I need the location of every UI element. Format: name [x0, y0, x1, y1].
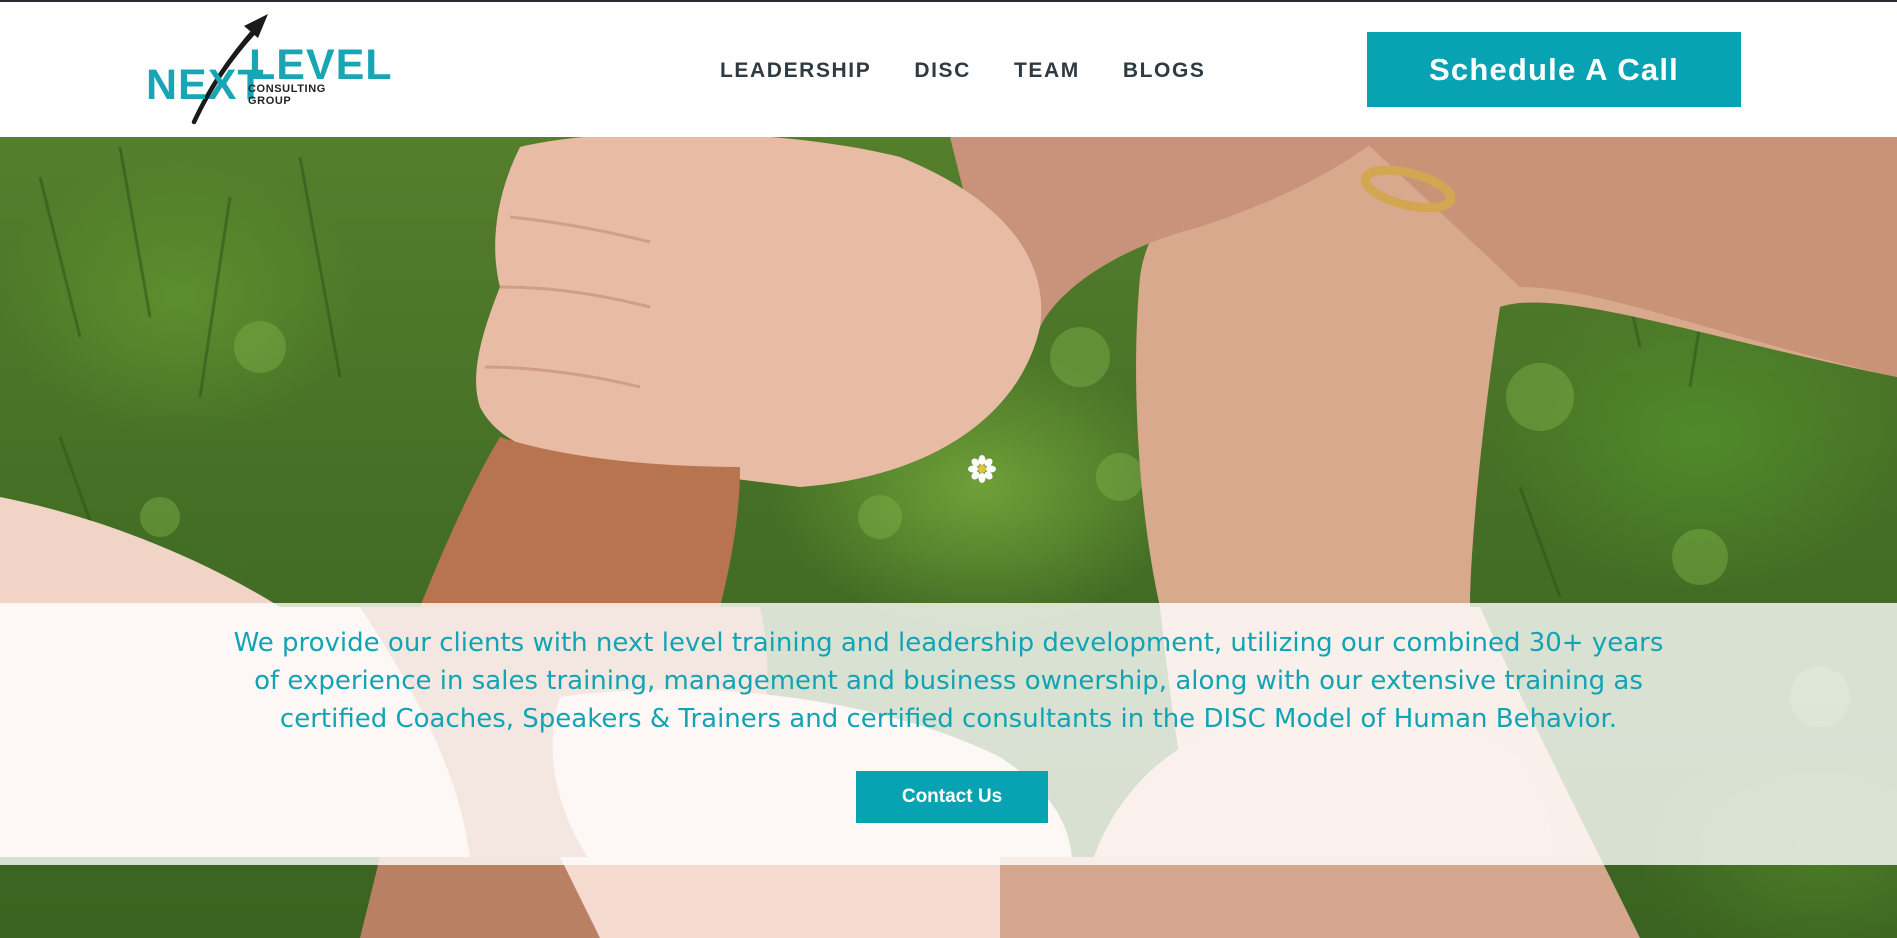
- daisy-flower: [968, 455, 996, 483]
- logo-word-next: NEXT: [146, 61, 265, 109]
- site-header: NEXT LEVEL CONSULTING GROUP LEADERSHIP D…: [0, 2, 1897, 137]
- main-navigation: LEADERSHIP DISC TEAM BLOGS: [720, 56, 1206, 86]
- nav-item-leadership[interactable]: LEADERSHIP: [720, 56, 871, 86]
- hero-description-line-3: certified Coaches, Speakers & Trainers a…: [279, 704, 1618, 734]
- logo-subtitle-line-2: GROUP: [248, 94, 292, 107]
- logo-subtitle: CONSULTING GROUP: [248, 83, 326, 107]
- nav-item-team[interactable]: TEAM: [1014, 56, 1080, 86]
- logo-subtitle-line-1: CONSULTING: [248, 83, 326, 95]
- hero-description: We provide our clients with next level t…: [220, 624, 1677, 738]
- hero-description-line-2: of experience in sales training, managem…: [254, 666, 1643, 696]
- contact-us-button[interactable]: Contact Us: [856, 771, 1048, 823]
- hero-section: We provide our clients with next level t…: [0, 137, 1897, 938]
- company-logo[interactable]: NEXT LEVEL CONSULTING GROUP: [146, 12, 392, 127]
- hero-description-line-1: We provide our clients with next level t…: [233, 628, 1664, 658]
- nav-item-blogs[interactable]: BLOGS: [1123, 56, 1206, 86]
- schedule-call-button[interactable]: Schedule A Call: [1367, 32, 1741, 107]
- logo-word-level: LEVEL: [249, 41, 393, 89]
- nav-item-disc[interactable]: DISC: [914, 56, 971, 86]
